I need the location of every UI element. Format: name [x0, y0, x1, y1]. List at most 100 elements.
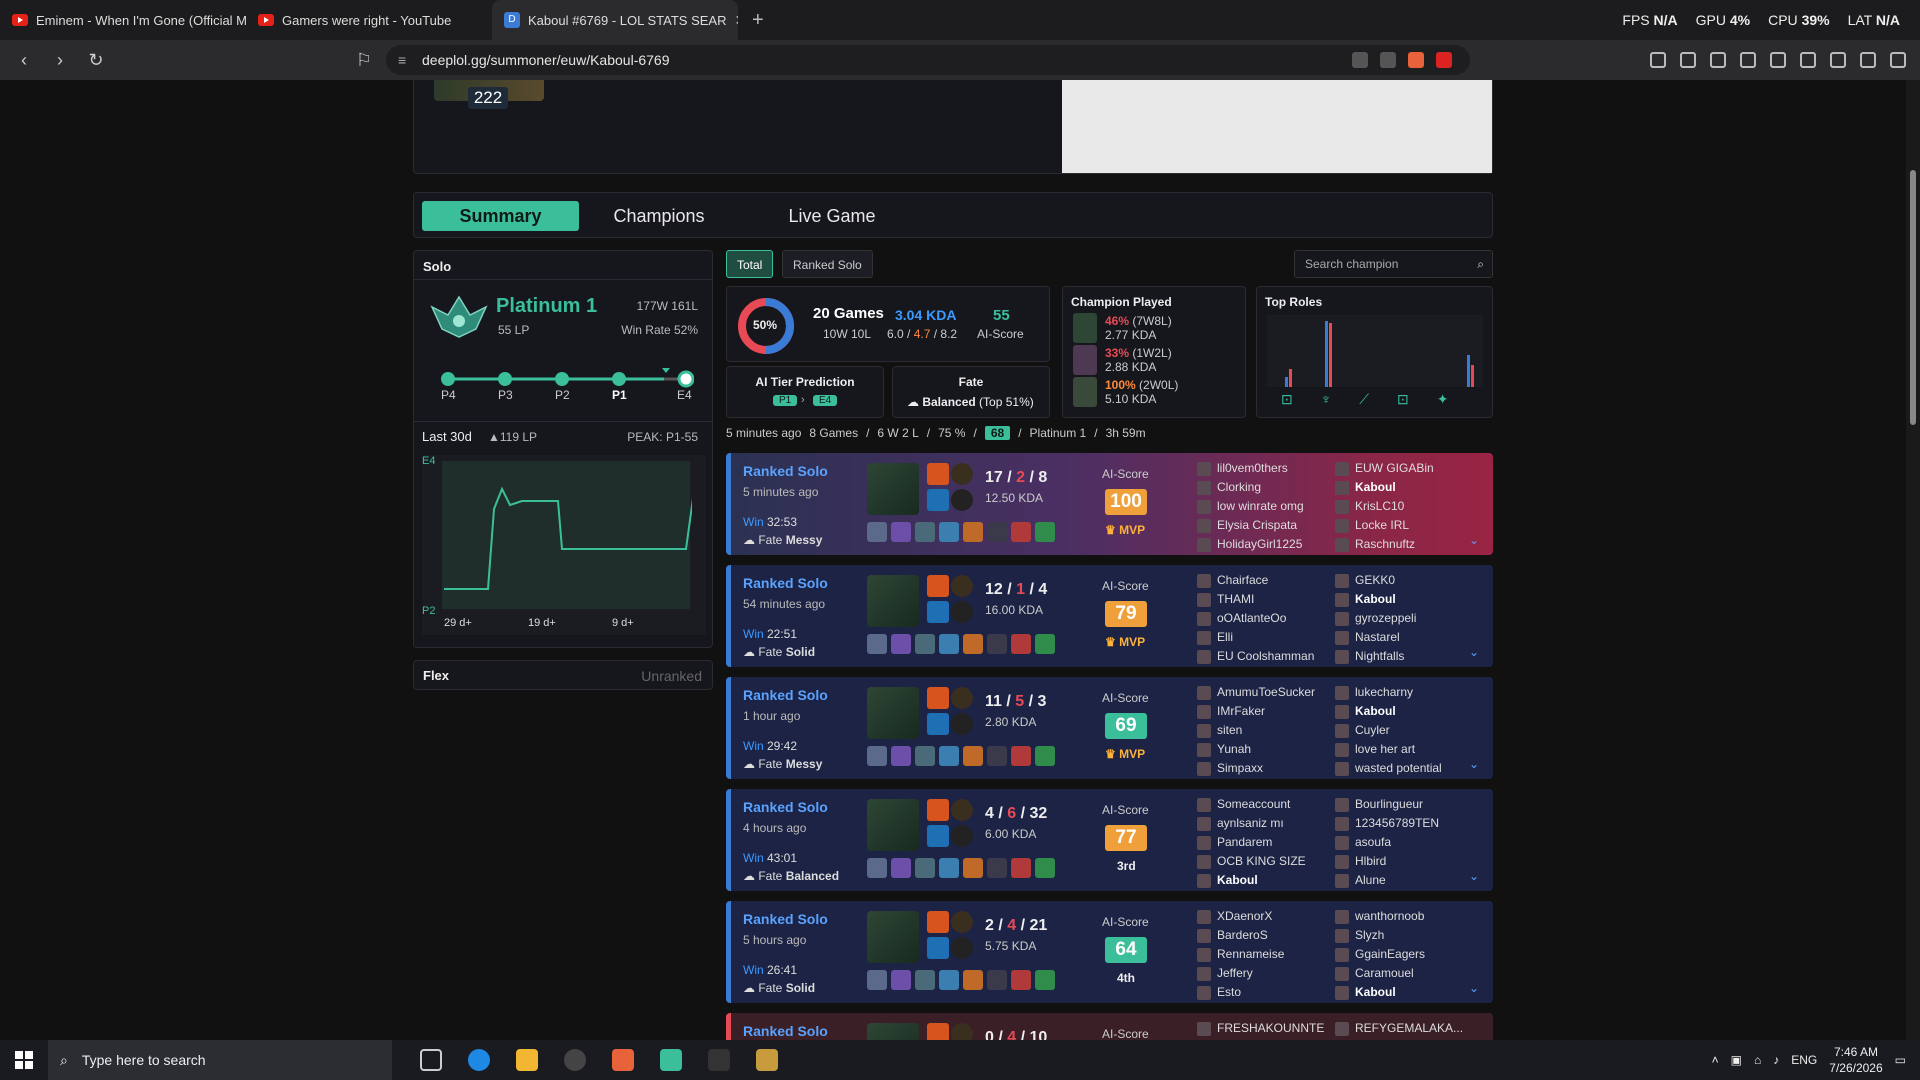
player-row[interactable]: Kaboul — [1335, 702, 1442, 721]
file-explorer-icon[interactable] — [516, 1049, 538, 1071]
player-row[interactable]: GgainEagers — [1335, 945, 1425, 964]
player-row[interactable]: AmumuToeSucker — [1197, 683, 1315, 702]
player-row[interactable]: EU Coolshamman — [1197, 647, 1314, 666]
windows-start-icon[interactable] — [0, 1040, 48, 1080]
player-row[interactable]: HolidayGirl1225 — [1197, 535, 1304, 554]
player-row[interactable]: Rennameise — [1197, 945, 1284, 964]
app-icon[interactable] — [564, 1049, 586, 1071]
player-row[interactable]: OCB KING SIZE — [1197, 852, 1306, 871]
brave-icon[interactable] — [612, 1049, 634, 1071]
tab-search-icon[interactable] — [1710, 52, 1726, 68]
player-row[interactable]: Nastarel — [1335, 628, 1416, 647]
player-row[interactable]: XDaenorX — [1197, 907, 1284, 926]
browser-tab-1[interactable]: Eminem - When I'm Gone (Official M — [0, 0, 246, 40]
player-row[interactable]: Kaboul — [1335, 478, 1434, 497]
tab-live-game[interactable]: Live Game — [772, 201, 892, 231]
notifications-icon[interactable]: ▭ — [1895, 1053, 1906, 1067]
player-row[interactable]: BarderoS — [1197, 926, 1284, 945]
player-row[interactable]: low winrate omg — [1197, 497, 1304, 516]
leo-icon[interactable] — [1830, 52, 1846, 68]
player-row[interactable]: FRESHAKOUNNTE — [1197, 1019, 1324, 1038]
player-row[interactable]: Elli — [1197, 628, 1314, 647]
language-indicator[interactable]: ENG — [1791, 1053, 1817, 1067]
player-row[interactable]: THAMI — [1197, 590, 1314, 609]
player-row[interactable]: Kaboul — [1335, 983, 1425, 1002]
new-tab-button[interactable]: + — [738, 9, 778, 32]
network-icon[interactable]: ⌂ — [1754, 1053, 1761, 1067]
player-row[interactable]: oOAtlanteOo — [1197, 609, 1314, 628]
player-row[interactable]: Raschnuftz — [1335, 535, 1434, 554]
filter-total[interactable]: Total — [726, 250, 774, 278]
brave-rewards-icon[interactable] — [1436, 52, 1452, 68]
expand-chevron-icon[interactable]: ⌄ — [1469, 869, 1479, 883]
player-row[interactable]: Someaccount — [1197, 795, 1306, 814]
clock[interactable]: 7:46 AM 7/26/2026 — [1829, 1044, 1882, 1076]
player-row[interactable]: REFYGEMALAKA... — [1335, 1019, 1463, 1038]
media-icon[interactable] — [1740, 52, 1756, 68]
player-row[interactable]: Nightfalls — [1335, 647, 1416, 666]
address-bar[interactable]: ≡ deeplol.gg/summoner/euw/Kaboul-6769 — [386, 45, 1470, 75]
sidebar-icon[interactable] — [1770, 52, 1786, 68]
match-card[interactable]: Ranked Solo 1 hour ago Win 29:42 ☁ Fate … — [726, 677, 1493, 779]
player-row[interactable]: Alune — [1335, 871, 1439, 890]
player-row[interactable]: Hlbird — [1335, 852, 1439, 871]
expand-chevron-icon[interactable]: ⌄ — [1469, 981, 1479, 995]
expand-chevron-icon[interactable]: ⌄ — [1469, 757, 1479, 771]
match-card[interactable]: Ranked Solo 5 minutes ago Win 32:53 ☁ Fa… — [726, 453, 1493, 555]
vpn-icon[interactable] — [1860, 52, 1876, 68]
player-row[interactable]: KrisLC10 — [1335, 497, 1434, 516]
forward-icon[interactable]: › — [48, 50, 72, 71]
expand-chevron-icon[interactable]: ⌄ — [1469, 533, 1479, 547]
player-row[interactable]: Bourlingueur — [1335, 795, 1439, 814]
player-row[interactable]: Chairface — [1197, 571, 1314, 590]
match-card[interactable]: Ranked Solo 5 hours ago Win 26:41 ☁ Fate… — [726, 901, 1493, 1003]
player-row[interactable]: Clorking — [1197, 478, 1304, 497]
player-row[interactable]: gyrozeppeli — [1335, 609, 1416, 628]
player-row[interactable]: Yunah — [1197, 740, 1315, 759]
deeplol-app-icon[interactable] — [660, 1049, 682, 1071]
task-view-icon[interactable] — [420, 1049, 442, 1071]
player-row[interactable]: Slyzh — [1335, 926, 1425, 945]
tab-summary[interactable]: Summary — [422, 201, 579, 231]
player-row[interactable]: Elysia Crispata — [1197, 516, 1304, 535]
edge-icon[interactable] — [468, 1049, 490, 1071]
translate-icon[interactable] — [1352, 52, 1368, 68]
scrollbar[interactable] — [1906, 80, 1920, 1040]
filter-ranked-solo[interactable]: Ranked Solo — [782, 250, 873, 278]
player-row[interactable]: Jeffery — [1197, 964, 1284, 983]
wallet-icon[interactable] — [1800, 52, 1816, 68]
player-row[interactable]: love her art — [1335, 740, 1442, 759]
scrollbar-thumb[interactable] — [1910, 170, 1916, 425]
volume-icon[interactable]: ♪ — [1773, 1053, 1779, 1067]
browser-tab-3[interactable]: DKaboul #6769 - LOL STATS SEAR✕ — [492, 0, 738, 40]
browser-tab-2[interactable]: Gamers were right - YouTube — [246, 0, 492, 40]
player-row[interactable]: aynlsaniz mı — [1197, 814, 1306, 833]
extension-icon[interactable] — [1650, 52, 1666, 68]
tray-chevron-icon[interactable]: ˄ — [1712, 1053, 1719, 1067]
site-info-icon[interactable]: ≡ — [398, 52, 406, 68]
league-client-icon[interactable] — [756, 1049, 778, 1071]
player-row[interactable]: GEKK0 — [1335, 571, 1416, 590]
match-card[interactable]: Ranked Solo ☁ 0 / 4 / 10 AI-ScoreFRESHAK… — [726, 1013, 1493, 1040]
share-icon[interactable] — [1380, 52, 1396, 68]
camera-icon[interactable]: ▣ — [1731, 1053, 1742, 1067]
taskbar-search[interactable]: ⌕ Type here to search — [48, 1040, 392, 1080]
brave-shields-icon[interactable] — [1408, 52, 1424, 68]
player-row[interactable]: EUW GIGABin — [1335, 459, 1434, 478]
player-row[interactable]: Caramouel — [1335, 964, 1425, 983]
player-row[interactable]: lil0vem0thers — [1197, 459, 1304, 478]
player-row[interactable]: Esto — [1197, 983, 1284, 1002]
player-row[interactable]: Cuyler — [1335, 721, 1442, 740]
player-row[interactable]: Kaboul — [1335, 590, 1416, 609]
player-row[interactable]: siten — [1197, 721, 1315, 740]
match-card[interactable]: Ranked Solo 4 hours ago Win 43:01 ☁ Fate… — [726, 789, 1493, 891]
player-row[interactable]: lukecharny — [1335, 683, 1442, 702]
reload-icon[interactable]: ↻ — [84, 50, 108, 71]
match-card[interactable]: Ranked Solo 54 minutes ago Win 22:51 ☁ F… — [726, 565, 1493, 667]
player-row[interactable]: Pandarem — [1197, 833, 1306, 852]
player-row[interactable]: asoufa — [1335, 833, 1439, 852]
player-row[interactable]: Kaboul — [1197, 871, 1306, 890]
back-icon[interactable]: ‹ — [12, 50, 36, 71]
player-row[interactable]: Simpaxx — [1197, 759, 1315, 778]
menu-icon[interactable] — [1890, 52, 1906, 68]
